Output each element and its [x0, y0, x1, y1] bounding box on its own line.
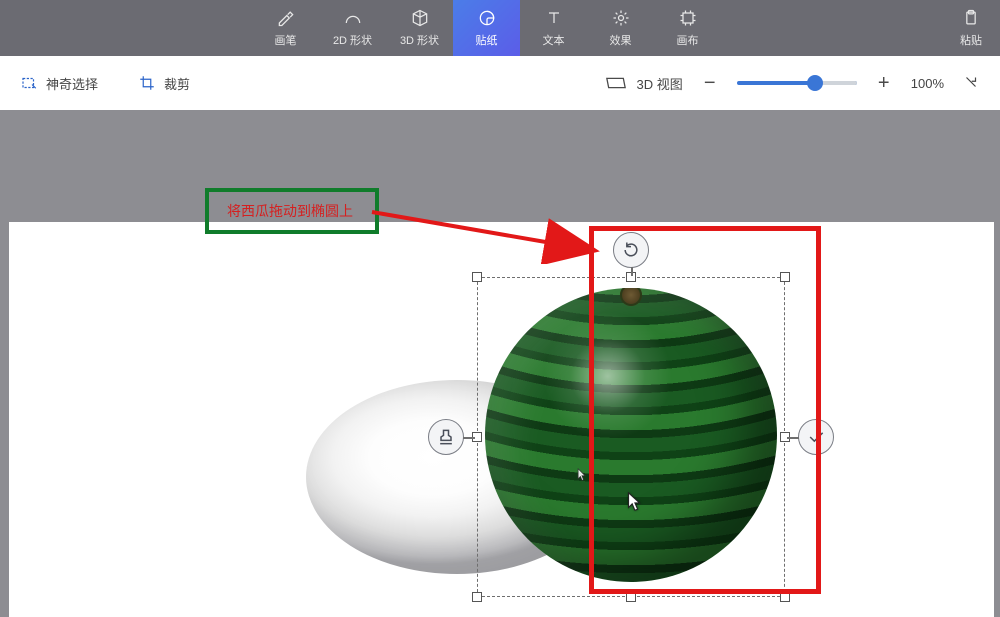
tab-label: 贴纸	[476, 32, 498, 48]
zoom-slider-thumb[interactable]	[807, 75, 823, 91]
main-toolbar: 画笔 2D 形状 3D 形状 贴纸 文本 效果 画布	[0, 0, 1000, 56]
resize-handle-bl[interactable]	[472, 592, 482, 602]
view-3d-button[interactable]: 3D 视图	[605, 74, 683, 93]
zoom-out-button[interactable]: −	[701, 72, 719, 95]
circle-arc-icon	[343, 8, 363, 28]
crop-label: 裁剪	[164, 74, 190, 93]
cube-icon	[410, 8, 430, 28]
tab-label: 粘贴	[960, 32, 982, 48]
tab-label: 效果	[610, 32, 632, 48]
tab-brush[interactable]: 画笔	[252, 0, 319, 56]
tab-paste[interactable]: 粘贴	[948, 0, 994, 56]
workspace: 将西瓜拖动到椭圆上	[0, 110, 1000, 617]
annotation-target-rect	[589, 226, 821, 594]
instruction-callout: 将西瓜拖动到椭圆上	[205, 188, 379, 234]
paste-icon	[961, 8, 981, 28]
instruction-text: 将西瓜拖动到椭圆上	[227, 201, 353, 221]
crop-icon	[138, 74, 156, 92]
tab-label: 2D 形状	[333, 32, 372, 48]
magic-select-button[interactable]: 神奇选择	[20, 74, 98, 93]
zoom-slider[interactable]	[737, 81, 857, 85]
resize-handle-tl[interactable]	[472, 272, 482, 282]
brush-icon	[276, 8, 296, 28]
zoom-controls: − + 100%	[701, 72, 944, 95]
crop-button[interactable]: 裁剪	[138, 74, 190, 93]
stamp-icon	[436, 427, 456, 447]
tab-3d-shape[interactable]: 3D 形状	[386, 0, 453, 56]
sub-toolbar: 神奇选择 裁剪 3D 视图 − + 100%	[0, 56, 1000, 110]
tab-sticker[interactable]: 贴纸	[453, 0, 520, 56]
magic-select-icon	[20, 74, 38, 92]
tab-label: 3D 形状	[400, 32, 439, 48]
magic-select-label: 神奇选择	[46, 74, 98, 93]
sticker-icon	[477, 8, 497, 28]
tab-label: 画布	[677, 32, 699, 48]
tab-label: 文本	[543, 32, 565, 48]
tab-text[interactable]: 文本	[520, 0, 587, 56]
tab-2d-shape[interactable]: 2D 形状	[319, 0, 386, 56]
canvas-area[interactable]	[9, 222, 994, 617]
zoom-percent-label: 100%	[911, 76, 944, 91]
view-3d-label: 3D 视图	[637, 74, 683, 93]
zoom-reset-button[interactable]	[962, 73, 980, 94]
zoom-reset-icon	[962, 73, 980, 91]
canvas-icon	[678, 8, 698, 28]
view-3d-icon	[605, 75, 627, 91]
tab-effects[interactable]: 效果	[587, 0, 654, 56]
stamp-button[interactable]	[428, 419, 464, 455]
zoom-in-button[interactable]: +	[875, 72, 893, 95]
tab-label: 画笔	[275, 32, 297, 48]
sun-icon	[611, 8, 631, 28]
tab-canvas[interactable]: 画布	[654, 0, 721, 56]
text-icon	[544, 8, 564, 28]
